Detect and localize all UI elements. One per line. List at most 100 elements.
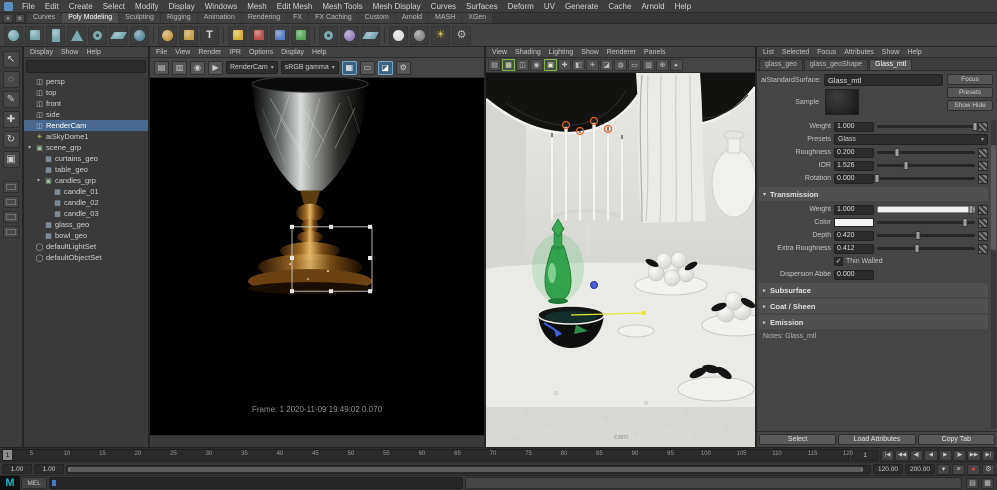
attr-roughness-2-value-field[interactable]: 0.200 (834, 147, 874, 158)
shelf-poly-torus-icon[interactable] (88, 25, 107, 45)
scrollbar-thumb[interactable] (991, 144, 996, 250)
map-button[interactable] (978, 173, 988, 184)
timeline-strip[interactable]: 5 10 15 20 25 30 35 40 45 50 55 60 65 70 75 80 85 90 95 100… (2, 449, 853, 461)
menu-deform[interactable]: Deform (503, 0, 539, 13)
script-editor-icon[interactable]: ▤ (966, 477, 979, 489)
outliner-item-bowl-geo[interactable]: ▦ bowl_geo (24, 230, 148, 241)
section-coat-sheen[interactable]: ▸ Coat / Sheen (759, 299, 988, 313)
attr-roughness-2-slider[interactable] (877, 148, 975, 157)
attr-color-7-swatch[interactable] (834, 218, 874, 227)
viewport-menu-shading[interactable]: Shading (512, 49, 544, 56)
menu-modify[interactable]: Modify (130, 0, 164, 13)
anim-start-field[interactable]: 1.00 (34, 464, 64, 474)
animation-prefs-button[interactable]: ⚙ (982, 463, 995, 475)
shelf-tab-custom[interactable]: Custom (358, 13, 395, 23)
layout-single-button[interactable] (3, 181, 19, 193)
outliner-search-input[interactable] (27, 63, 145, 70)
focus-button[interactable]: Focus (947, 74, 993, 85)
outliner-item-candle-02[interactable]: ▦ candle_02 (24, 197, 148, 208)
shelf-tab-curves[interactable]: Curves (27, 13, 62, 23)
menu-edit-mesh[interactable]: Edit Mesh (272, 0, 318, 13)
menu-cache[interactable]: Cache (603, 0, 636, 13)
render-view-menu-options[interactable]: Options (246, 49, 276, 56)
shelf-mirror-icon[interactable] (361, 25, 380, 45)
attr-weight-0-slider[interactable] (877, 122, 978, 131)
menu-surfaces[interactable]: Surfaces (461, 0, 503, 13)
outliner-item-candles-grp[interactable]: ▾ ▣ candles_grp (24, 175, 148, 186)
attr-thin-walled-10-checkbox[interactable]: ✓ (834, 257, 843, 266)
viewport-canvas[interactable]: cam (486, 73, 755, 447)
shelf-poly-cube-icon[interactable] (25, 25, 44, 45)
map-button[interactable] (978, 147, 988, 158)
shelf-render-settings-icon[interactable]: ⚙ (452, 25, 471, 45)
ae-menu-focus[interactable]: Focus (814, 49, 839, 56)
menu-select[interactable]: Select (98, 0, 130, 13)
show-hide-button[interactable]: Show Hide (947, 100, 993, 111)
shaded-mode-icon[interactable]: ▣ (544, 59, 557, 71)
ae-tab-glass-mtl[interactable]: Glass_mtl (869, 59, 913, 70)
outliner-item-candle-01[interactable]: ▦ candle_01 (24, 186, 148, 197)
section-emission[interactable]: ▸ Emission (759, 315, 988, 329)
step-back-key-button[interactable]: ◀| (909, 449, 924, 461)
tool-lasso-tool-icon[interactable]: ◌ (2, 71, 20, 88)
map-button[interactable] (978, 230, 988, 241)
go-to-start-button[interactable]: |◀ (881, 449, 895, 461)
shelf-tab-mash[interactable]: MASH (429, 13, 462, 23)
shelf-tab-poly-modeling[interactable]: Poly Modeling (62, 13, 119, 23)
shelf-poly-cone-icon[interactable] (67, 25, 86, 45)
select-button[interactable]: Select (759, 434, 837, 445)
layout-two-button[interactable] (3, 211, 19, 223)
shelf-quad-draw-icon[interactable] (228, 25, 247, 45)
ao-toggle-icon[interactable]: ◍ (614, 59, 627, 71)
viewport-menu-view[interactable]: View (489, 49, 510, 56)
select-hierarchy-icon[interactable]: ▤ (488, 59, 501, 71)
anim-layer-button[interactable]: ≡ (952, 463, 965, 475)
render-camera-dropdown[interactable]: RenderCam ▾ (226, 61, 278, 74)
menu-create[interactable]: Create (64, 0, 98, 13)
outliner-item-top[interactable]: ◫ top (24, 87, 148, 98)
step-back-frame-button[interactable]: ◀◀ (895, 449, 909, 461)
menu-edit[interactable]: Edit (40, 0, 64, 13)
attr-ior-3-value-field[interactable]: 1.526 (834, 160, 874, 171)
menu-curves[interactable]: Curves (426, 0, 461, 13)
render-view-menu-help[interactable]: Help (309, 49, 329, 56)
shelf-menu-icon[interactable]: ▾ (3, 14, 13, 23)
menu-help[interactable]: Help (670, 0, 696, 13)
outliner-item-scene-grp[interactable]: ▾ ▣ scene_grp (24, 142, 148, 153)
step-forward-key-button[interactable]: |▶ (952, 449, 967, 461)
render-view-menu-render[interactable]: Render (195, 49, 224, 56)
layout-four-button[interactable] (3, 196, 19, 208)
outliner-menu-help[interactable]: Help (83, 49, 103, 56)
outliner-item-defaultobjectset[interactable]: ◯ defaultObjectSet (24, 252, 148, 263)
attr-extra-roughness-9-slider[interactable] (877, 244, 975, 253)
outliner-item-table-geo[interactable]: ▦ table_geo (24, 164, 148, 175)
wireframe-mode-icon[interactable]: ✚ (558, 59, 571, 71)
scene-icon[interactable] (4, 1, 13, 11)
menu-uv[interactable]: UV (539, 0, 560, 13)
menu-mesh-display[interactable]: Mesh Display (368, 0, 426, 13)
play-forwards-button[interactable]: ▶ (938, 449, 952, 461)
ae-tab-glass-geo[interactable]: glass_geo (759, 59, 803, 70)
viewport-menu-show[interactable]: Show (578, 49, 602, 56)
render-view-menu-display[interactable]: Display (278, 49, 307, 56)
outliner-item-aiskydome1[interactable]: ☀ aiSkyDome1 (24, 131, 148, 142)
playback-start-field[interactable]: 1.00 (2, 464, 32, 474)
shelf-poly-sphere-icon[interactable] (4, 25, 23, 45)
ipr-button[interactable]: ▶ (208, 60, 223, 75)
shelf-tab-arnold[interactable]: Arnold (395, 13, 429, 23)
viewport-menu-lighting[interactable]: Lighting (546, 49, 577, 56)
anim-end-field[interactable]: 120.00 (873, 464, 903, 474)
shelf-multi-cut-icon[interactable] (249, 25, 268, 45)
play-backwards-button[interactable]: ◀ (924, 449, 938, 461)
command-mode-toggle[interactable]: MEL (21, 477, 47, 489)
outliner-item-side[interactable]: ◫ side (24, 109, 148, 120)
attr-weight-0-value-field[interactable]: 1.000 (834, 121, 874, 132)
ae-menu-selected[interactable]: Selected (779, 49, 812, 56)
shelf-gear-icon[interactable]: ⚙ (15, 14, 25, 23)
shelf-poly-plane-icon[interactable] (109, 25, 128, 45)
attr-depth-8-slider[interactable] (877, 231, 975, 240)
node-name-field[interactable]: Glass_mtl (823, 74, 943, 86)
output-window-icon[interactable]: ▦ (981, 477, 994, 489)
snapshot-button[interactable]: ▤ (154, 60, 169, 75)
snapshot-compare-toggle[interactable]: ◪ (377, 60, 393, 75)
